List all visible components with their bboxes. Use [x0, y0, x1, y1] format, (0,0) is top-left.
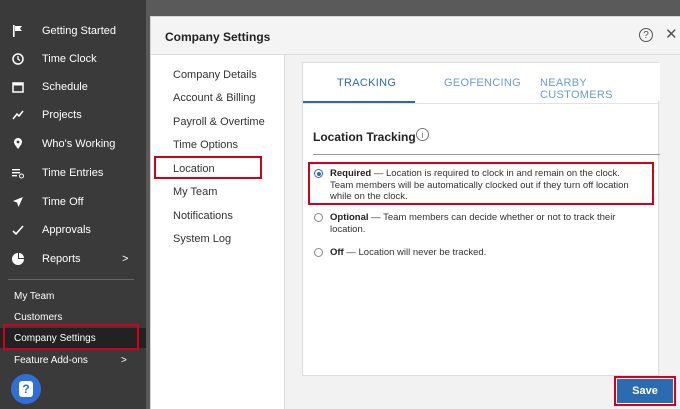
info-icon[interactable]: i	[416, 128, 429, 141]
sidebar-item-feature-add-ons[interactable]: Feature Add-ons >	[0, 350, 146, 370]
plane-icon	[11, 195, 25, 209]
option-description: — Team members can decide whether or not…	[330, 212, 616, 235]
sidebar-item-label: Customers	[14, 311, 63, 323]
help-icon[interactable]: ?	[639, 28, 653, 42]
flag-icon	[11, 24, 25, 38]
tab-geofencing[interactable]: GEOFENCING	[444, 77, 521, 89]
sidebar-item-label: Time Entries	[42, 167, 104, 179]
sidebar-item-label: Reports	[42, 253, 81, 265]
time-entries-icon	[11, 166, 25, 180]
modal-title: Company Settings	[165, 30, 271, 44]
tab-bar: TRACKING GEOFENCING NEARBY CUSTOMERS	[303, 63, 660, 104]
settings-nav-payroll-overtime[interactable]: Payroll & Overtime	[173, 116, 265, 128]
sidebar-item-time-off[interactable]: Time Off	[0, 188, 146, 216]
settings-nav-my-team[interactable]: My Team	[173, 186, 217, 198]
sidebar-item-label: Getting Started	[42, 25, 116, 37]
location-card: TRACKING GEOFENCING NEARBY CUSTOMERS Loc…	[302, 62, 660, 376]
settings-nav-system-log[interactable]: System Log	[173, 233, 231, 245]
pie-chart-icon	[11, 252, 25, 266]
sidebar-item-label: My Team	[14, 290, 55, 302]
sidebar-item-label: Feature Add-ons	[14, 354, 88, 366]
sidebar-divider	[8, 279, 134, 280]
sidebar-item-my-team[interactable]: My Team	[0, 286, 146, 306]
sidebar-item-schedule[interactable]: Schedule	[0, 73, 146, 101]
highlight-required	[308, 162, 654, 205]
option-label: Optional	[330, 212, 369, 223]
sidebar-item-label: Approvals	[42, 224, 91, 236]
tab-divider	[303, 103, 660, 104]
sidebar-item-time-entries[interactable]: Time Entries	[0, 159, 146, 187]
tab-nearby-customers[interactable]: NEARBY CUSTOMERS	[540, 77, 660, 101]
projects-icon	[11, 108, 25, 122]
chevron-right-icon: >	[122, 253, 129, 265]
sidebar-item-label: Time Off	[42, 196, 84, 208]
settings-nav-account-billing[interactable]: Account & Billing	[173, 92, 256, 104]
option-label: Off	[330, 247, 344, 258]
settings-content: TRACKING GEOFENCING NEARBY CUSTOMERS Loc…	[285, 55, 680, 409]
option-description: — Location will never be tracked.	[343, 247, 487, 258]
sidebar-item-time-clock[interactable]: Time Clock	[0, 45, 146, 73]
radio-optional[interactable]	[314, 213, 323, 222]
sidebar-item-reports[interactable]: Reports >	[0, 245, 146, 273]
settings-nav-company-details[interactable]: Company Details	[173, 69, 257, 81]
highlight-location	[154, 156, 262, 179]
clock-icon	[11, 52, 25, 66]
sidebar-item-label: Schedule	[42, 81, 88, 93]
sidebar-item-label: Projects	[42, 109, 82, 121]
section-title: Location Tracking	[313, 130, 416, 144]
company-settings-modal: Company Settings ? ✕ Company Details Acc…	[150, 16, 680, 409]
settings-nav-time-options[interactable]: Time Options	[173, 139, 238, 151]
sidebar-item-whos-working[interactable]: Who's Working	[0, 130, 146, 158]
option-off: Off — Location will never be tracked.	[314, 247, 624, 259]
option-optional: Optional — Team members can decide wheth…	[314, 212, 624, 236]
chevron-right-icon: >	[121, 354, 127, 366]
tab-tracking[interactable]: TRACKING	[337, 77, 396, 89]
sidebar-item-label: Who's Working	[42, 138, 116, 150]
help-icon: ?	[19, 381, 33, 397]
option-text: Off — Location will never be tracked.	[330, 247, 630, 259]
radio-off[interactable]	[314, 248, 323, 257]
sidebar-item-label: Time Clock	[42, 53, 97, 65]
settings-nav-notifications[interactable]: Notifications	[173, 210, 233, 222]
location-pin-icon	[11, 137, 25, 151]
help-chat-button[interactable]: ?	[11, 374, 41, 404]
sidebar-item-getting-started[interactable]: Getting Started	[0, 17, 146, 45]
app-sidebar: Getting Started Time Clock Schedule Proj…	[0, 0, 146, 409]
highlight-company-settings	[3, 324, 139, 350]
sidebar-item-approvals[interactable]: Approvals	[0, 216, 146, 244]
option-text: Optional — Team members can decide wheth…	[330, 212, 630, 235]
settings-nav: Company Details Account & Billing Payrol…	[151, 55, 285, 409]
close-icon[interactable]: ✕	[665, 25, 678, 43]
sidebar-item-projects[interactable]: Projects	[0, 101, 146, 129]
calendar-icon	[11, 80, 25, 94]
checkmark-icon	[11, 223, 25, 237]
save-button[interactable]: Save	[617, 379, 673, 403]
modal-header: Company Settings ? ✕	[151, 17, 680, 55]
section-divider	[313, 154, 660, 155]
